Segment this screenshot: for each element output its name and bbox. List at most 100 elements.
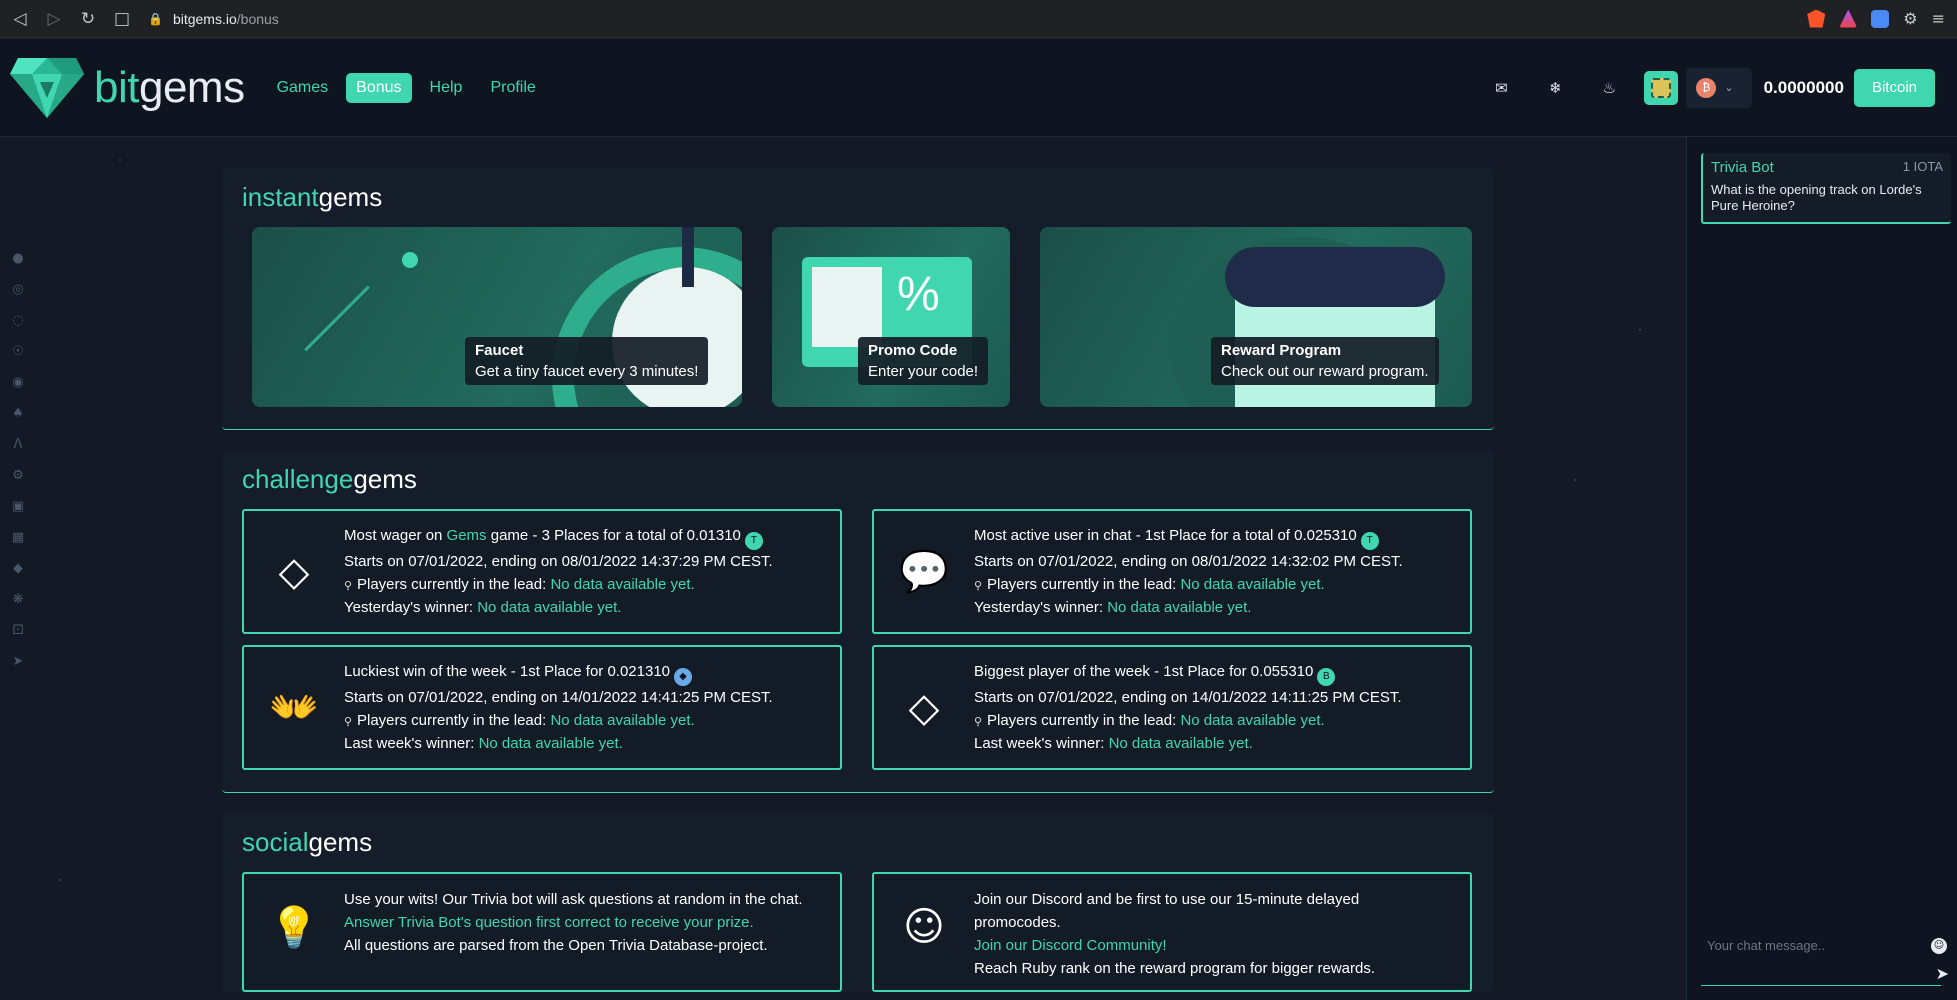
slot-icon[interactable]: ▣	[10, 498, 26, 514]
discord-icon: ☺	[903, 904, 945, 950]
wallet-balance: 0.0000000	[1763, 77, 1844, 97]
ball-icon[interactable]: ◎	[10, 281, 26, 297]
road-icon[interactable]: Λ	[10, 436, 26, 452]
bomb-icon[interactable]: ●	[10, 250, 26, 266]
gem-icon[interactable]: ◆	[10, 560, 26, 576]
challenge-card: ◇ Most wager on Gems game - 3 Places for…	[242, 509, 842, 634]
site-header: bitgems Games Bonus Help Profile ✉ ❄ ♨ ₿…	[0, 39, 1957, 137]
notification-bell-icon[interactable]: ♨	[1600, 79, 1618, 97]
reward-label: Reward Program Check out our reward prog…	[1211, 337, 1439, 385]
discord-link[interactable]: Join our Discord Community!	[974, 934, 1444, 957]
target-icon[interactable]: ☉	[10, 343, 26, 359]
promo-label: Promo Code Enter your code!	[858, 337, 989, 385]
gift-icon	[812, 267, 882, 347]
lock-icon: 🔒	[148, 11, 163, 26]
chat-dollar-icon: 💬	[899, 549, 949, 595]
chat-input-area: ☺ ➤	[1701, 926, 1949, 986]
promo-code-card[interactable]: % Promo Code Enter your code!	[772, 227, 1010, 407]
faucet-card[interactable]: Faucet Get a tiny faucet every 3 minutes…	[252, 227, 742, 407]
gems-game-link[interactable]: Gems	[447, 527, 487, 544]
browser-toolbar: ◁ ▷ ↻ □ 🔒 bitgems.io/bonus ⚙ ≡	[0, 0, 1957, 38]
main-nav: Games Bonus Help Profile	[267, 72, 546, 103]
section-title-instant: instantgems	[242, 182, 383, 212]
chat-message: Trivia Bot 1 IOTA What is the opening tr…	[1701, 153, 1951, 224]
bookmark-icon[interactable]: □	[108, 5, 136, 33]
translate-extension-icon[interactable]	[1871, 9, 1890, 28]
chips-icon[interactable]: ◉	[10, 374, 26, 390]
card-title: Faucet	[475, 342, 524, 359]
bonus-content: instantgems Faucet Get a tiny faucet eve…	[222, 168, 1494, 1000]
medal-icon: ⚲	[974, 716, 983, 728]
medal-icon: ⚲	[344, 580, 353, 592]
hands-dollar-icon: 👐	[269, 685, 319, 731]
diamond-icon: ◇	[278, 548, 310, 595]
lightbulb-icon: 💡	[269, 905, 319, 951]
card-title: Reward Program	[1221, 342, 1342, 359]
medal-icon: ⚲	[974, 580, 983, 592]
diamond-icon: ◇	[908, 684, 940, 731]
chat-message-input[interactable]	[1707, 938, 1907, 953]
bow-decoration	[1225, 247, 1445, 307]
brave-rewards-icon[interactable]	[1839, 9, 1858, 28]
chevron-down-icon: ⌄	[1724, 81, 1734, 94]
trivia-link[interactable]: Answer Trivia Bot's question first corre…	[344, 911, 814, 934]
section-title-challenge: challengegems	[242, 464, 417, 494]
nav-help[interactable]: Help	[420, 73, 473, 103]
tether-token-icon: T	[744, 532, 763, 550]
forward-icon[interactable]: ▷	[40, 5, 68, 33]
gem-logo-icon	[10, 57, 84, 118]
circle-dashed-icon[interactable]: ◌	[10, 312, 26, 328]
trivia-card: 💡 Use your wits! Our Trivia bot will ask…	[242, 872, 842, 992]
bitcoin-coin-icon: ₿	[1696, 77, 1717, 98]
card-title: Promo Code	[868, 342, 958, 359]
extensions-icon[interactable]: ⚙	[1903, 9, 1917, 28]
token-icon: B	[1317, 668, 1336, 686]
url-host: bitgems.io	[172, 10, 237, 27]
emoji-icon[interactable]: ☺	[1931, 938, 1947, 954]
cards-icon[interactable]: ▦	[10, 529, 26, 545]
wheel-icon[interactable]: ❋	[10, 591, 26, 607]
brave-shield-icon[interactable]	[1807, 9, 1826, 28]
logo-gems-text: gems	[138, 62, 245, 112]
discord-card: ☺ Join our Discord and be first to use o…	[872, 872, 1472, 992]
nav-profile[interactable]: Profile	[480, 73, 545, 103]
challenge-card: 💬 Most active user in chat - 1st Place f…	[872, 509, 1472, 634]
user-avatar[interactable]	[1644, 70, 1679, 105]
percent-icon: %	[897, 268, 940, 321]
url-path: /bonus	[236, 10, 279, 27]
address-bar[interactable]: 🔒 bitgems.io/bonus	[148, 5, 1778, 33]
currency-button[interactable]: Bitcoin	[1853, 68, 1935, 107]
game-icon-rail: ● ◎ ◌ ☉ ◉ ♠ Λ ⚙ ▣ ▦ ◆ ❋ ⚀ ➤	[10, 250, 30, 669]
gear-wheel-icon[interactable]: ⚙	[10, 467, 26, 483]
faucet-label: Faucet Get a tiny faucet every 3 minutes…	[465, 337, 709, 385]
currency-selector[interactable]: ₿ ⌄	[1686, 67, 1752, 108]
dice-icon[interactable]: ⚀	[10, 622, 26, 638]
medal-icon: ⚲	[344, 716, 353, 728]
chat-panel: Trivia Bot 1 IOTA What is the opening tr…	[1686, 137, 1957, 1000]
nav-games[interactable]: Games	[267, 73, 339, 103]
message-reward: 1 IOTA	[1902, 159, 1943, 174]
challenge-gems-section: challengegems ◇ Most wager on Gems game …	[222, 450, 1494, 793]
ethereum-token-icon: ◆	[674, 668, 693, 686]
card-desc: Enter your code!	[868, 363, 979, 380]
challenge-card: 👐 Luckiest win of the week - 1st Place f…	[242, 645, 842, 770]
instant-gems-section: instantgems Faucet Get a tiny faucet eve…	[222, 168, 1494, 430]
reading-list-icon[interactable]: ≡	[1932, 9, 1945, 28]
bitgems-logo[interactable]: bitgems	[10, 57, 245, 118]
back-icon[interactable]: ◁	[6, 5, 34, 33]
card-desc: Check out our reward program.	[1221, 363, 1429, 380]
challenge-card: ◇ Biggest player of the week - 1st Place…	[872, 645, 1472, 770]
chat-toggle-icon[interactable]: ✉	[1492, 79, 1510, 97]
reward-program-card[interactable]: Reward Program Check out our reward prog…	[1040, 227, 1472, 407]
section-title-social: socialgems	[242, 827, 373, 857]
send-icon[interactable]: ➤	[1936, 964, 1949, 983]
nav-bonus[interactable]: Bonus	[346, 72, 412, 103]
reload-icon[interactable]: ↻	[74, 5, 102, 33]
social-gems-section: socialgems 💡 Use your wits! Our Trivia b…	[222, 813, 1494, 992]
message-text: What is the opening track on Lorde's Pur…	[1711, 182, 1922, 213]
tether-token-icon: T	[1360, 532, 1379, 550]
settings-icon[interactable]: ❄	[1546, 79, 1564, 97]
message-author[interactable]: Trivia Bot	[1711, 159, 1774, 176]
spade-icon[interactable]: ♠	[10, 405, 26, 421]
rocket-icon[interactable]: ➤	[10, 653, 26, 669]
